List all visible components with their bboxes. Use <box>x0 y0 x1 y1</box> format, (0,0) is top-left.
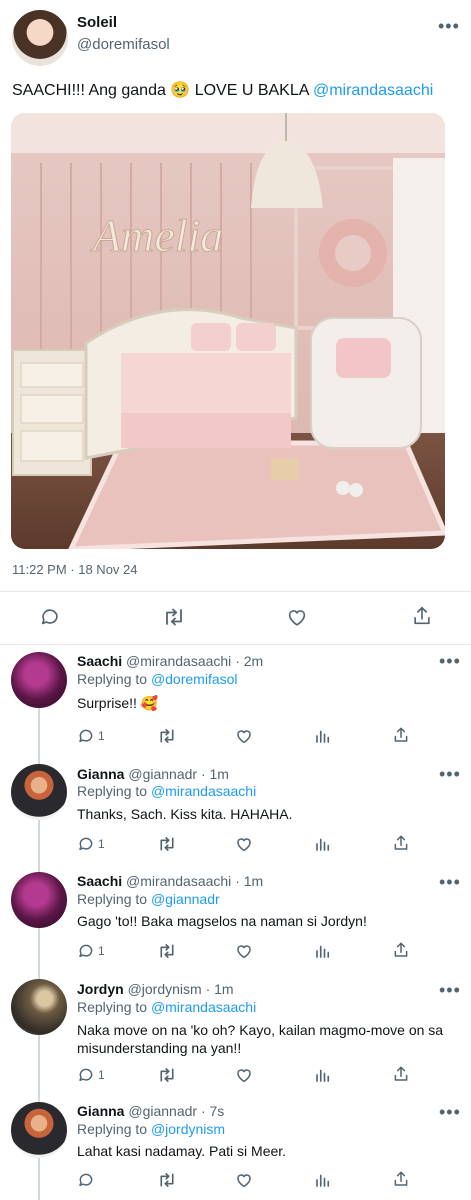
more-icon[interactable]: ••• <box>438 16 460 37</box>
heart-icon[interactable] <box>235 1066 253 1084</box>
reply-count: 1 <box>98 729 105 743</box>
reply-text: Lahat kasi nadamay. Pati si Meer. <box>77 1143 287 1159</box>
retweet-icon[interactable] <box>157 942 177 960</box>
views-icon[interactable] <box>314 1171 332 1189</box>
reply-name[interactable]: Jordyn <box>77 981 124 997</box>
reply-text-line: Naka move on na 'ko oh? Kayo, kailan mag… <box>77 1022 444 1038</box>
tweet-text: SAACHI!!! Ang ganda 🥹 LOVE U BAKLA @mira… <box>12 80 433 100</box>
replying-to-handle[interactable]: @mirandasaachi <box>151 999 256 1015</box>
reply-text: Naka move on na 'ko oh? Kayo, kailan mag… <box>77 1021 443 1057</box>
more-icon[interactable]: ••• <box>439 980 461 1001</box>
more-icon[interactable]: ••• <box>439 872 461 893</box>
reply-icon[interactable] <box>39 606 61 628</box>
views-icon[interactable] <box>314 942 332 960</box>
reply-icon[interactable] <box>77 727 95 745</box>
reply-time: · 1m <box>235 873 264 889</box>
reply-name[interactable]: Gianna <box>77 766 124 782</box>
reply-header: Gianna @giannadr · 1m <box>77 766 229 782</box>
tweet-mention[interactable]: @mirandasaachi <box>313 82 433 99</box>
retweet-icon[interactable] <box>157 1171 177 1189</box>
reply-handle[interactable]: @jordynism <box>128 981 202 997</box>
reply-handle[interactable]: @giannadr <box>128 766 197 782</box>
reply-text: Thanks, Sach. Kiss kita. HAHAHA. <box>77 806 293 822</box>
reply-name[interactable]: Saachi <box>77 873 122 889</box>
replying-to-handle[interactable]: @doremifasol <box>151 671 238 687</box>
reply-time: · 2m <box>235 653 264 669</box>
reply-avatar[interactable] <box>11 1102 67 1158</box>
reply-count: 1 <box>98 1068 105 1082</box>
reply-header: Gianna @giannadr · 7s <box>77 1103 224 1119</box>
reply-handle[interactable]: @mirandasaachi <box>126 873 231 889</box>
share-icon[interactable] <box>411 605 433 627</box>
author-name[interactable]: Soleil <box>77 14 117 31</box>
reply-avatar[interactable] <box>11 764 67 820</box>
replying-to: Replying to @giannadr <box>77 891 220 907</box>
reply-icon[interactable] <box>77 1171 95 1189</box>
heart-icon[interactable] <box>235 942 253 960</box>
share-icon[interactable] <box>392 726 410 744</box>
author-handle[interactable]: @doremifasol <box>77 36 170 53</box>
reply-icon[interactable] <box>77 942 95 960</box>
more-icon[interactable]: ••• <box>439 651 461 672</box>
reply-handle[interactable]: @giannadr <box>128 1103 197 1119</box>
views-icon[interactable] <box>314 727 332 745</box>
reply-name[interactable]: Gianna <box>77 1103 124 1119</box>
replying-to: Replying to @mirandasaachi <box>77 783 257 799</box>
retweet-icon[interactable] <box>162 606 186 628</box>
retweet-icon[interactable] <box>157 835 177 853</box>
reply-icon[interactable] <box>77 1066 95 1084</box>
reply-name[interactable]: Saachi <box>77 653 122 669</box>
reply-handle[interactable]: @mirandasaachi <box>126 653 231 669</box>
views-icon[interactable] <box>314 1066 332 1084</box>
reply-avatar[interactable] <box>11 979 67 1035</box>
reply-header: Jordyn @jordynism · 1m <box>77 981 234 997</box>
replying-to-handle[interactable]: @mirandasaachi <box>151 783 256 799</box>
share-icon[interactable] <box>392 1065 410 1083</box>
more-icon[interactable]: ••• <box>439 1102 461 1123</box>
tweet-image[interactable]: Amelia <box>11 113 445 549</box>
share-icon[interactable] <box>392 1170 410 1188</box>
heart-icon[interactable] <box>286 606 308 628</box>
author-avatar[interactable] <box>12 10 68 66</box>
tweet-text-body: SAACHI!!! Ang ganda 🥹 LOVE U BAKLA <box>12 82 313 99</box>
wall-name-sign: Amelia <box>90 210 223 261</box>
share-icon[interactable] <box>392 834 410 852</box>
nursery-illustration: Amelia <box>11 113 445 549</box>
reply-avatar[interactable] <box>11 652 67 708</box>
replying-to: Replying to @doremifasol <box>77 671 238 687</box>
reply-text: Gago 'to!! Baka magselos na naman si Jor… <box>77 913 367 929</box>
reply-count: 1 <box>98 837 105 851</box>
replying-to: Replying to @mirandasaachi <box>77 999 257 1015</box>
heart-icon[interactable] <box>235 1171 253 1189</box>
reply-header: Saachi @mirandasaachi · 2m <box>77 653 263 669</box>
replying-to-handle[interactable]: @giannadr <box>151 891 220 907</box>
tweet-timestamp[interactable]: 11:22 PM · 18 Nov 24 <box>12 562 138 577</box>
heart-icon[interactable] <box>235 727 253 745</box>
heart-icon[interactable] <box>235 835 253 853</box>
reply-time: · 1m <box>200 766 229 782</box>
reply-header: Saachi @mirandasaachi · 1m <box>77 873 263 889</box>
reply-count: 1 <box>98 944 105 958</box>
reply-time: · 7s <box>200 1103 225 1119</box>
reply-text-line: misunderstanding na yan!! <box>77 1040 242 1056</box>
replying-to: Replying to @jordynism <box>77 1121 226 1137</box>
views-icon[interactable] <box>314 835 332 853</box>
retweet-icon[interactable] <box>157 1066 177 1084</box>
reply-text: Surprise!! 🥰 <box>77 695 159 711</box>
reply-icon[interactable] <box>77 835 95 853</box>
replying-to-handle[interactable]: @jordynism <box>151 1121 225 1137</box>
retweet-icon[interactable] <box>157 727 177 745</box>
more-icon[interactable]: ••• <box>439 764 461 785</box>
share-icon[interactable] <box>392 941 410 959</box>
reply-avatar[interactable] <box>11 872 67 928</box>
reply-time: · 1m <box>205 981 234 997</box>
